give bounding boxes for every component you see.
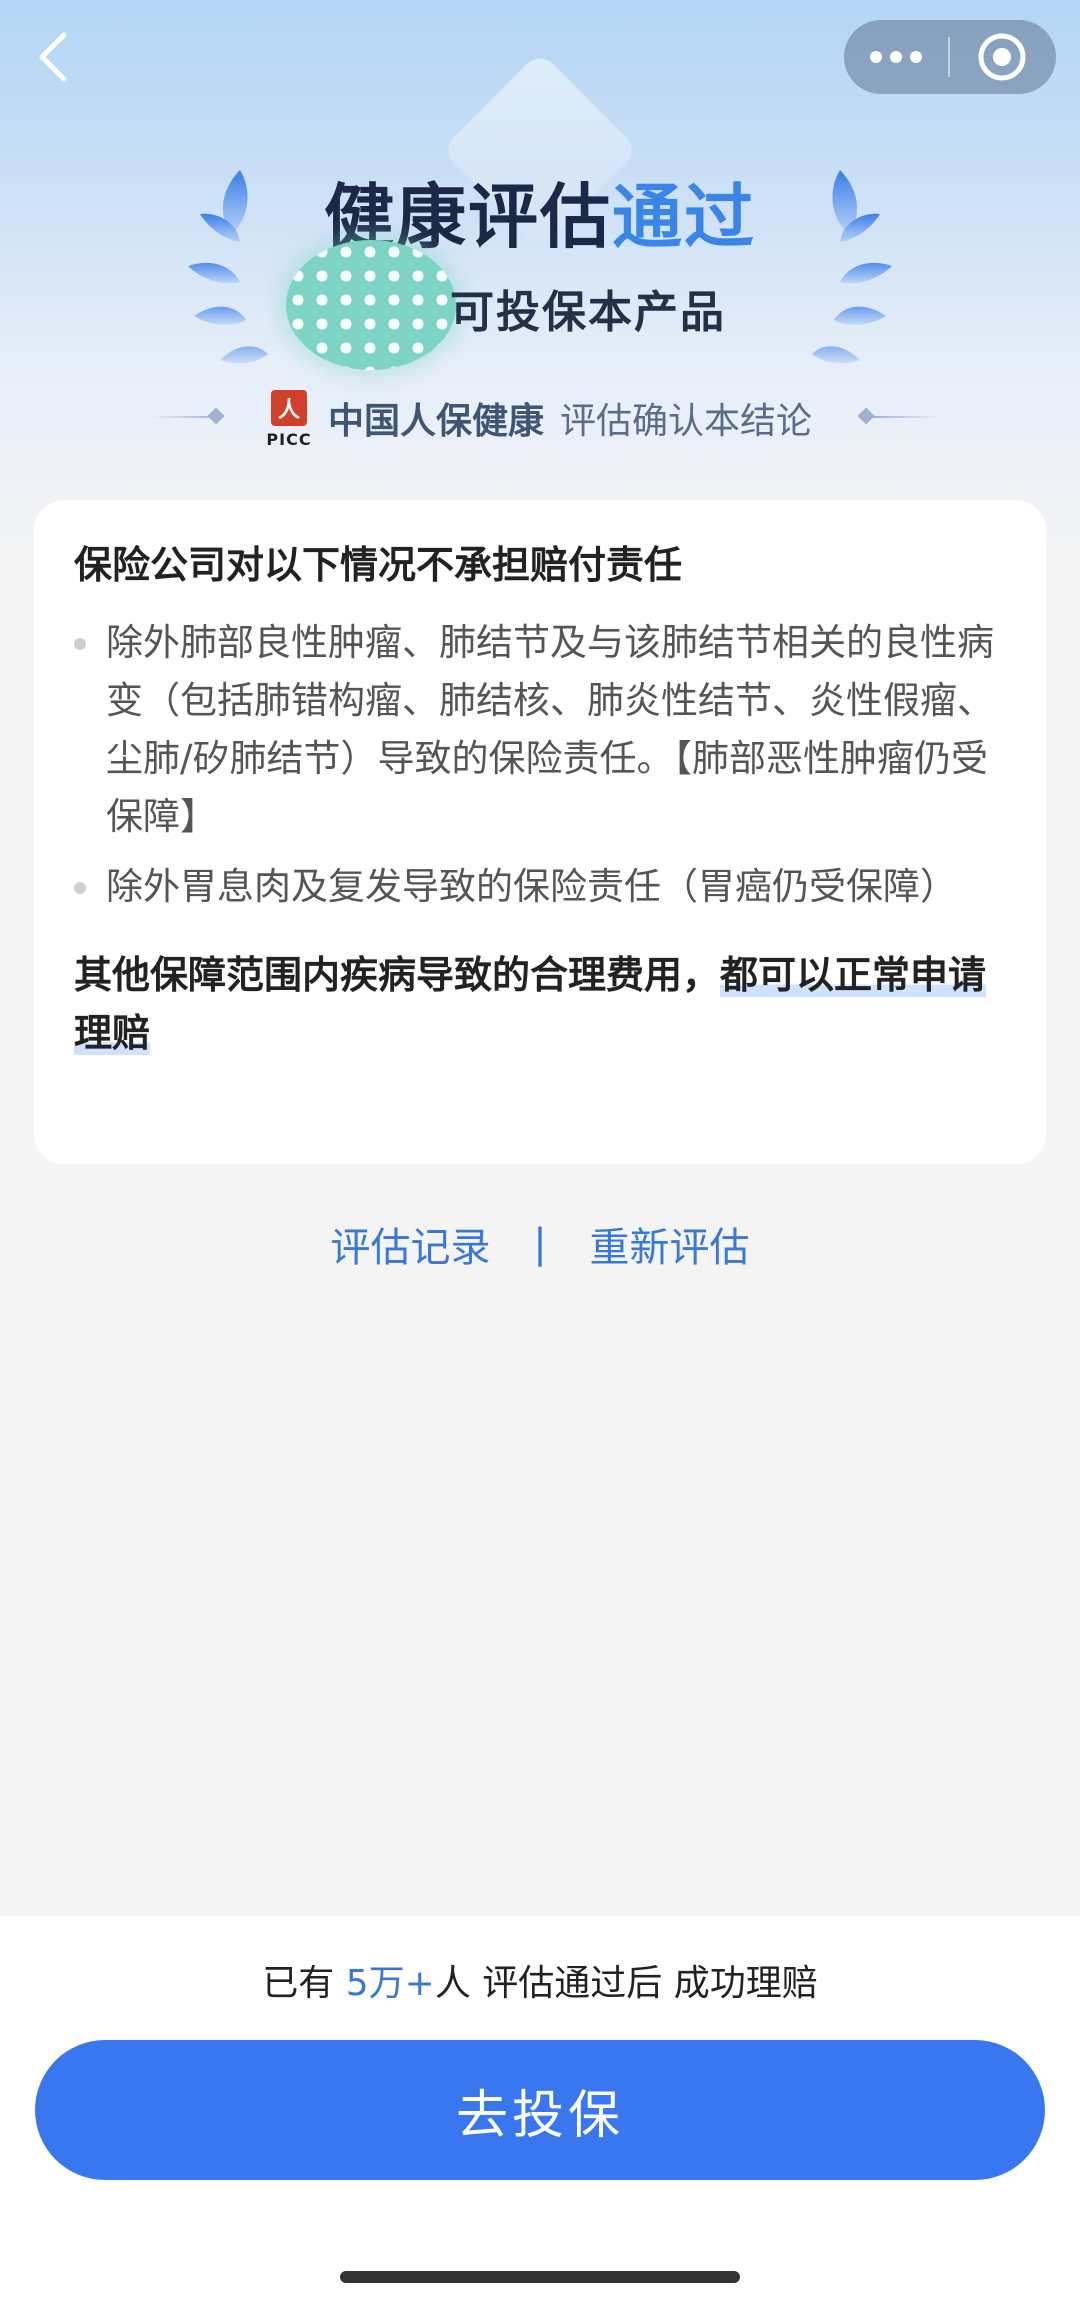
action-links: 评估记录 | 重新评估 (0, 1215, 1080, 1273)
picc-seal-icon: 人 (271, 390, 307, 426)
brand-caption: 评估确认本结论 (560, 401, 813, 442)
exclusions-title: 保险公司对以下情况不承担赔付责任 (74, 543, 683, 587)
picc-logo-text: PICC (266, 430, 312, 449)
result-subtitle: 可投保本产品 (450, 287, 726, 338)
home-indicator[interactable] (340, 2271, 740, 2283)
exclusion-item: 除外肺部良性肿瘤、肺结节及与该肺结节相关的良性病变（包括肺错构瘤、肺结核、肺炎性… (74, 614, 1006, 846)
brand-name: 中国人保健康 (328, 401, 545, 442)
claim-stat: 已有 5万+人 评估通过后 成功理赔 (0, 1956, 1080, 2012)
claim-stat-prefix: 已有 (262, 1963, 335, 2004)
exclusion-text: 除外肺部良性肿瘤、肺结节及与该肺结节相关的良性病变（包括肺错构瘤、肺结核、肺炎性… (106, 621, 994, 838)
back-button[interactable] (24, 22, 84, 92)
chevron-left-icon (39, 32, 67, 82)
reassess-link[interactable]: 重新评估 (589, 1215, 749, 1273)
picc-logo: 人 PICC (262, 386, 316, 454)
coverage-note-text: 其他保障范围内疾病导致的合理费用， (74, 953, 721, 997)
diamond-left-icon (207, 407, 225, 425)
exclusion-item: 除外胃息肉及复发导致的保险责任（胃癌仍受保障） (74, 858, 1006, 916)
miniapp-capsule (844, 20, 1056, 94)
divider-right (870, 416, 940, 418)
apply-insurance-button[interactable]: 去投保 (35, 2040, 1045, 2180)
claim-stat-number: 5万+ (345, 1963, 435, 2004)
claim-stat-suffix: 人 评估通过后 成功理赔 (434, 1963, 818, 2004)
assessment-records-link[interactable]: 评估记录 (331, 1215, 491, 1273)
more-button[interactable] (844, 20, 948, 94)
hero-header: 健康评估通过 可投保本产品 人 PICC 中国人保健康 评估确认本结论 (0, 0, 1080, 560)
dot-pattern-badge-icon (286, 240, 456, 370)
ellipsis-icon (870, 51, 922, 63)
exclusions-card: 保险公司对以下情况不承担赔付责任 除外肺部良性肿瘤、肺结节及与该肺结节相关的良性… (34, 500, 1046, 1164)
bottom-action-bar: 已有 5万+人 评估通过后 成功理赔 去投保 (0, 1916, 1080, 2304)
link-separator: | (533, 1221, 547, 1267)
brand-line: 人 PICC 中国人保健康 评估确认本结论 (0, 386, 1080, 456)
bullet-icon (74, 638, 86, 650)
target-circle-icon (978, 33, 1026, 81)
coverage-note: 其他保障范围内疾病导致的合理费用，都可以正常申请理赔 (74, 946, 1006, 1062)
exclusion-text: 除外胃息肉及复发导致的保险责任（胃癌仍受保障） (106, 865, 957, 908)
bullet-icon (74, 882, 86, 894)
close-miniapp-button[interactable] (950, 20, 1054, 94)
result-subtitle-row: 可投保本产品 (282, 240, 842, 370)
